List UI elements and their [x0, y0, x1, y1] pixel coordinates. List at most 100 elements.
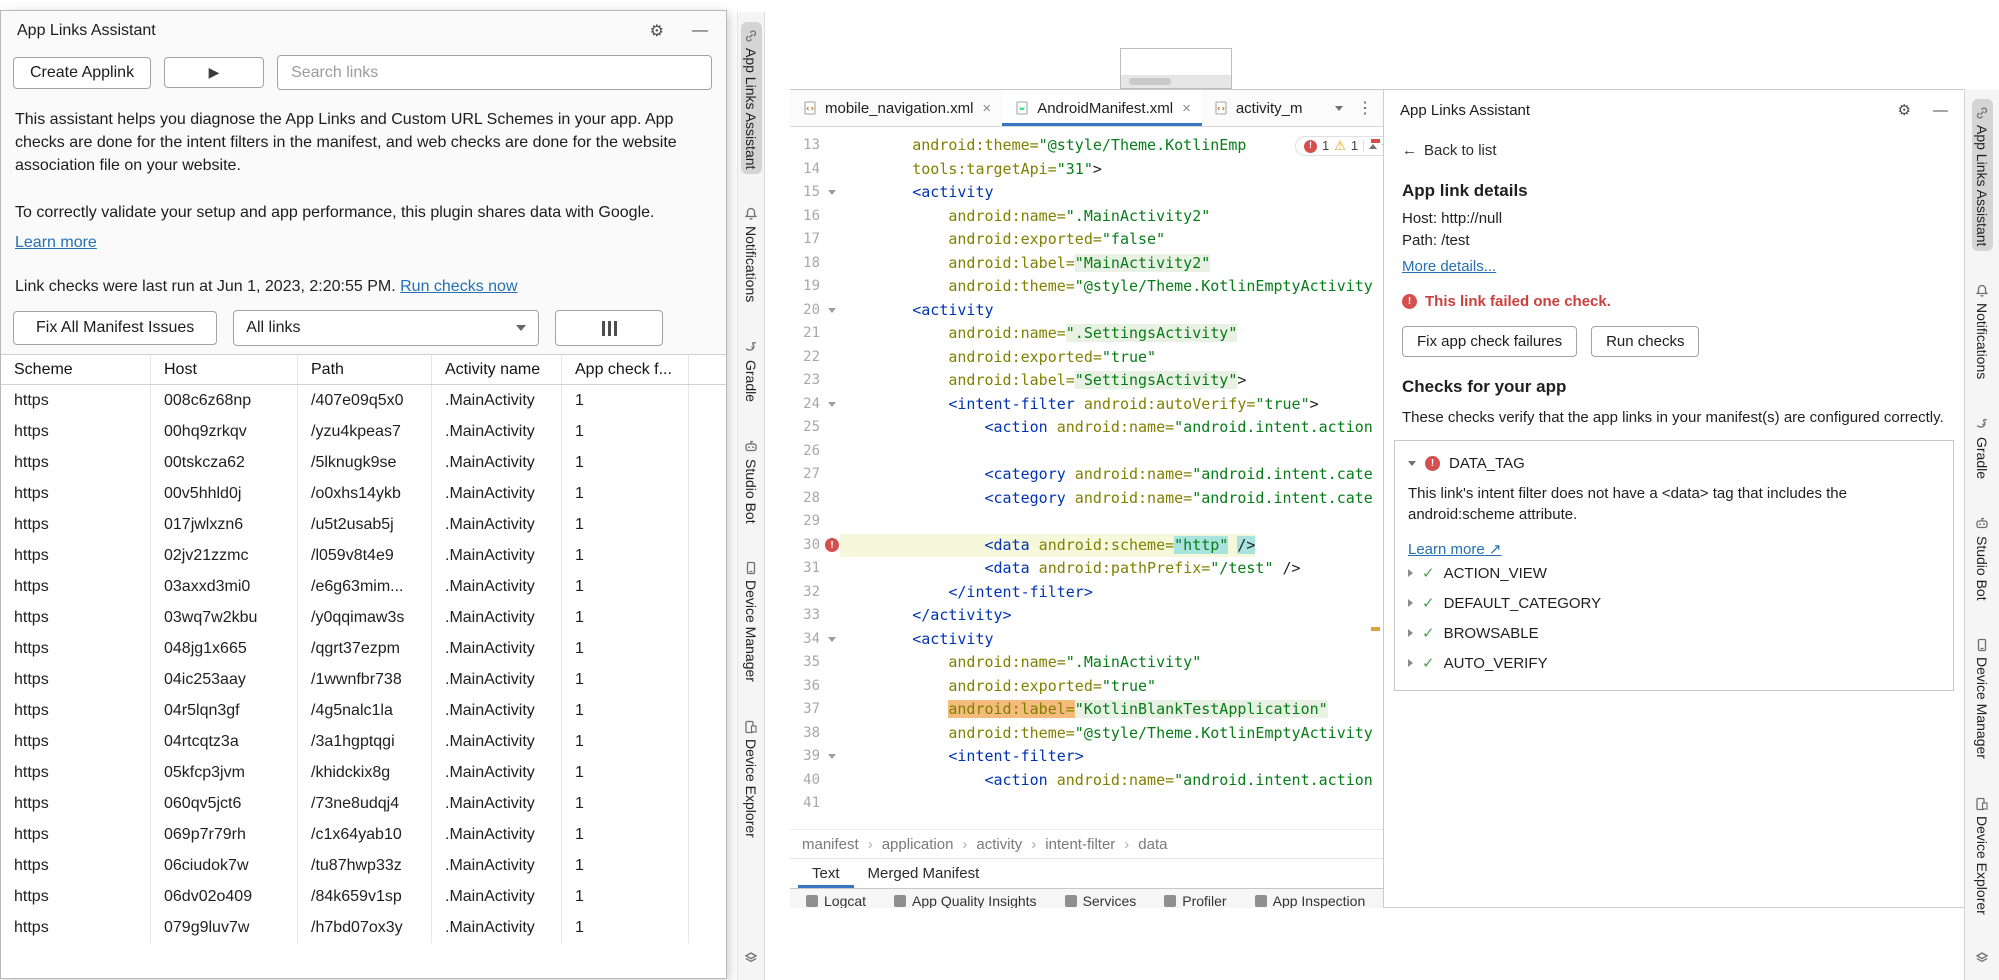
table-row[interactable]: https017jwlxzn6/u5t2usab5j.MainActivity1 — [1, 509, 726, 540]
code-line[interactable]: 24<intent-filter android:autoVerify="tru… — [790, 393, 1383, 417]
tool-strip-item-app-links-assistant[interactable]: App Links Assistant — [741, 22, 762, 174]
tab-activity_m[interactable]: activity_m — [1202, 90, 1302, 126]
bottom-bar-item-profiler[interactable]: Profiler — [1164, 893, 1226, 908]
tool-strip-item-device-explorer[interactable]: Device Explorer — [741, 713, 762, 843]
column-settings-button[interactable] — [555, 310, 663, 346]
check-learn-more-link[interactable]: Learn more ↗ — [1408, 541, 1501, 558]
search-input[interactable] — [277, 55, 712, 90]
run-checks-button[interactable]: Run checks — [1591, 326, 1699, 357]
code-line[interactable]: 18android:label="MainActivity2" — [790, 252, 1383, 276]
passed-check-row[interactable]: ✓ACTION_VIEW — [1395, 558, 1953, 588]
table-row[interactable]: https04rtcqtz3a/3a1hgptqgi.MainActivity1 — [1, 726, 726, 757]
tab-mobile_navigation-xml[interactable]: mobile_navigation.xml× — [790, 90, 1002, 126]
tool-strip-item-device-manager[interactable]: Device Manager — [741, 554, 762, 687]
code-line[interactable]: 29 — [790, 510, 1383, 534]
bottom-bar-item-services[interactable]: Services — [1065, 893, 1137, 908]
tool-strip-item-notifications[interactable]: Notifications — [741, 200, 762, 307]
tool-strip-item-studio-bot[interactable]: Studio Bot — [741, 433, 762, 529]
table-row[interactable]: https06dv02o409/84k659v1sp.MainActivity1 — [1, 881, 726, 912]
tool-strip-item-device-explorer[interactable]: Device Explorer — [1972, 790, 1993, 920]
failed-check-row[interactable]: ! DATA_TAG — [1395, 449, 1953, 478]
code-line[interactable]: 39<intent-filter> — [790, 745, 1383, 769]
bottom-bar-item-app-quality-insights[interactable]: App Quality Insights — [894, 893, 1037, 908]
tool-strip-item-app-links-assistant[interactable]: App Links Assistant — [1972, 99, 1993, 251]
breadcrumb-item[interactable]: intent-filter — [1045, 836, 1115, 853]
passed-check-row[interactable]: ✓AUTO_VERIFY — [1395, 648, 1953, 678]
breadcrumb-item[interactable]: data — [1138, 836, 1167, 853]
table-row[interactable]: https00hq9zrkqv/yzu4kpeas7.MainActivity1 — [1, 416, 726, 447]
gear-icon[interactable]: ⚙ — [1898, 101, 1911, 119]
error-stripe-mark[interactable] — [1371, 139, 1380, 143]
code-line[interactable]: 35android:name=".MainActivity" — [790, 651, 1383, 675]
column-header[interactable]: App check f... — [562, 355, 689, 384]
fold-icon[interactable] — [828, 637, 836, 642]
table-row[interactable]: https048jg1x665/qgrt37ezpm.MainActivity1 — [1, 633, 726, 664]
table-row[interactable]: https04ic253aay/1wwnfbr738.MainActivity1 — [1, 664, 726, 695]
table-row[interactable]: https02jv21zzmc/l059v8t4e9.MainActivity1 — [1, 540, 726, 571]
code-line[interactable]: 26 — [790, 440, 1383, 464]
table-row[interactable]: https060qv5jct6/73ne8udqj4.MainActivity1 — [1, 788, 726, 819]
back-to-list-link[interactable]: ← Back to list — [1402, 142, 1964, 159]
layers-icon[interactable] — [743, 949, 760, 966]
fold-icon[interactable] — [828, 402, 836, 407]
window-titlebar[interactable]: App Links Assistant ⚙ — — [1, 11, 726, 51]
passed-check-row[interactable]: ✓DEFAULT_CATEGORY — [1395, 588, 1953, 618]
bottom-bar-item-app-inspection[interactable]: App Inspection — [1255, 893, 1366, 908]
column-header[interactable]: Scheme — [1, 355, 151, 384]
tool-strip-item-gradle[interactable]: Gradle — [741, 334, 762, 407]
learn-more-link[interactable]: Learn more — [15, 234, 97, 251]
code-line[interactable]: 17android:exported="false" — [790, 228, 1383, 252]
table-row[interactable]: https05kfcp3jvm/khidckix8g.MainActivity1 — [1, 757, 726, 788]
view-tab-merged-manifest[interactable]: Merged Manifest — [854, 859, 994, 888]
run-checks-now-link[interactable]: Run checks now — [400, 278, 517, 295]
tab-list-chevron-icon[interactable] — [1335, 106, 1343, 111]
code-line[interactable]: 19android:theme="@style/Theme.KotlinEmpt… — [790, 275, 1383, 299]
create-applink-button[interactable]: Create Applink — [13, 57, 151, 89]
more-details-link[interactable]: More details... — [1402, 258, 1496, 275]
passed-check-row[interactable]: ✓BROWSABLE — [1395, 618, 1953, 648]
run-button[interactable]: ▶ — [164, 57, 264, 88]
tab-androidmanifest-xml[interactable]: AndroidManifest.xml× — [1002, 90, 1202, 126]
inspection-widget[interactable]: !1⚠1 — [1295, 136, 1383, 156]
tool-strip-item-notifications[interactable]: Notifications — [1972, 277, 1993, 384]
prev-issue-icon[interactable] — [1369, 144, 1377, 149]
table-row[interactable]: https03wq7w2kbu/y0qqimaw3s.MainActivity1 — [1, 602, 726, 633]
code-line[interactable]: 34<activity — [790, 628, 1383, 652]
fix-all-manifest-issues-button[interactable]: Fix All Manifest Issues — [13, 311, 217, 345]
breadcrumb-item[interactable]: application — [882, 836, 954, 853]
fix-app-check-failures-button[interactable]: Fix app check failures — [1402, 326, 1577, 357]
tool-strip-item-device-manager[interactable]: Device Manager — [1972, 631, 1993, 764]
panel-header[interactable]: App Links Assistant ⚙ — — [1384, 90, 1964, 130]
code-line[interactable]: 36android:exported="true" — [790, 675, 1383, 699]
code-line[interactable]: 38android:theme="@style/Theme.KotlinEmpt… — [790, 722, 1383, 746]
breadcrumb-item[interactable]: activity — [976, 836, 1022, 853]
code-line[interactable]: 15<activity — [790, 181, 1383, 205]
layers-icon[interactable] — [1974, 949, 1991, 966]
code-line[interactable]: 30!<data android:scheme="http" /> — [790, 534, 1383, 558]
code-line[interactable]: 23android:label="SettingsActivity"> — [790, 369, 1383, 393]
fold-icon[interactable] — [828, 308, 836, 313]
close-icon[interactable]: × — [982, 100, 991, 117]
tool-strip-item-studio-bot[interactable]: Studio Bot — [1972, 510, 1993, 606]
code-line[interactable]: 33</activity> — [790, 604, 1383, 628]
code-line[interactable]: 41 — [790, 792, 1383, 816]
tool-strip-item-gradle[interactable]: Gradle — [1972, 411, 1993, 484]
code-line[interactable]: 32</intent-filter> — [790, 581, 1383, 605]
table-row[interactable]: https04r5lqn3gf/4g5nalc1la.MainActivity1 — [1, 695, 726, 726]
column-header[interactable]: Activity name — [432, 355, 562, 384]
fold-icon[interactable] — [828, 190, 836, 195]
code-line[interactable]: 16android:name=".MainActivity2" — [790, 205, 1383, 229]
code-line[interactable]: 37android:label="KotlinBlankTestApplicat… — [790, 698, 1383, 722]
table-row[interactable]: https00v5hhld0j/o0xhs14ykb.MainActivity1 — [1, 478, 726, 509]
table-row[interactable]: https079g9luv7w/h7bd07ox3y.MainActivity1 — [1, 912, 726, 943]
code-line[interactable]: 13android:theme="@style/Theme.KotlinEmp!… — [790, 134, 1383, 158]
code-line[interactable]: 20<activity — [790, 299, 1383, 323]
breadcrumb-item[interactable]: manifest — [802, 836, 859, 853]
code-editor[interactable]: 13android:theme="@style/Theme.KotlinEmp!… — [790, 127, 1383, 829]
bottom-bar-item-logcat[interactable]: Logcat — [806, 893, 866, 908]
links-filter-dropdown[interactable]: All links — [233, 310, 539, 346]
table-row[interactable]: https00tskcza62/5lknugk9se.MainActivity1 — [1, 447, 726, 478]
code-line[interactable]: 27<category android:name="android.intent… — [790, 463, 1383, 487]
table-row[interactable]: https008c6z68np/407e09q5x0.MainActivity1 — [1, 385, 726, 416]
code-line[interactable]: 22android:exported="true" — [790, 346, 1383, 370]
